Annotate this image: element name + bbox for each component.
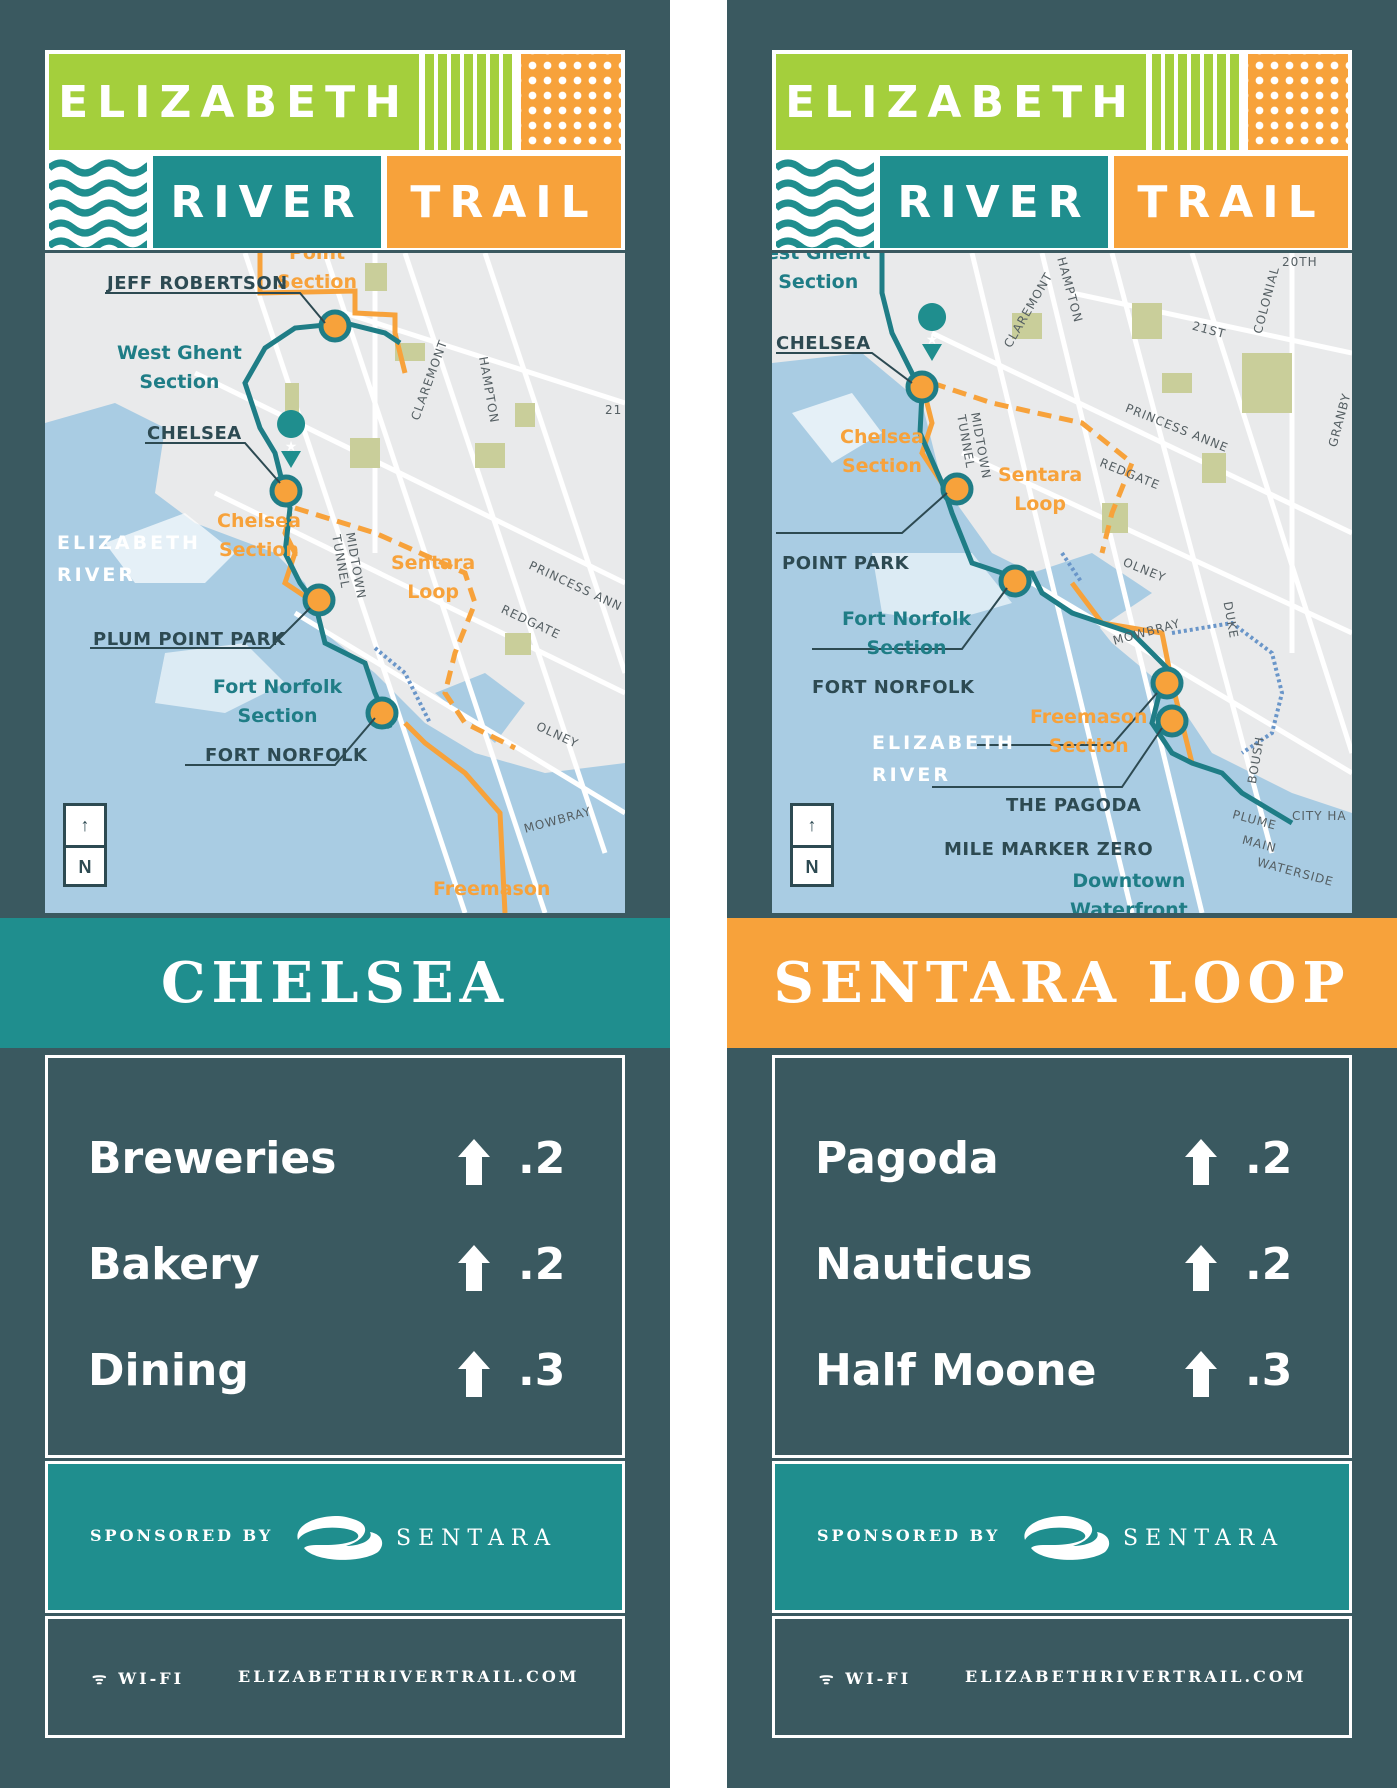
wifi-label: ᯤ WI-FI bbox=[819, 1667, 911, 1689]
up-arrow-icon bbox=[1185, 1139, 1217, 1185]
location-banner: SENTARA LOOP bbox=[727, 918, 1397, 1048]
label-freemason-section: Freemason Section bbox=[1030, 706, 1148, 757]
destination-row: Half Moone .3 bbox=[815, 1345, 1295, 1405]
sentara-logo-icon bbox=[297, 1516, 383, 1560]
destinations-panel: Breweries .2 Bakery .2 Dining .3 bbox=[45, 1055, 625, 1458]
label-point-park: POINT PARK bbox=[782, 553, 910, 574]
destination-name: Half Moone bbox=[815, 1345, 1097, 1396]
svg-text:★: ★ bbox=[285, 439, 298, 455]
label-elizabeth-river: ELIZABETH RIVER bbox=[872, 732, 1016, 786]
destination-row: Pagoda .2 bbox=[815, 1133, 1295, 1193]
destination-name: Nauticus bbox=[815, 1239, 1033, 1290]
logo-river: RIVER bbox=[153, 156, 381, 248]
label-chelsea-section: Chelsea Section bbox=[840, 426, 924, 477]
street-21: 21 bbox=[605, 403, 623, 417]
label-west-ghent-section: West Ghent Section bbox=[117, 342, 242, 393]
destinations-panel: Pagoda .2 Nauticus .2 Half Moone .3 bbox=[772, 1055, 1352, 1458]
logo-waves-icon bbox=[49, 156, 147, 248]
destination-name: Bakery bbox=[88, 1239, 260, 1290]
footer-panel: ᯤ WI-FI ELIZABETHRIVERTRAIL.COM bbox=[772, 1616, 1352, 1738]
label-fort-norfolk-stop: FORT NORFOLK bbox=[812, 677, 975, 698]
svg-text:★: ★ bbox=[926, 332, 939, 348]
wifi-icon: ᯤ bbox=[92, 1669, 119, 1688]
label-freemason: Freemason bbox=[433, 878, 551, 900]
website-url[interactable]: ELIZABETHRIVERTRAIL.COM bbox=[965, 1667, 1306, 1686]
north-compass: ↑ N bbox=[790, 803, 834, 887]
trail-logo: ELIZABETH RIVER TRAIL bbox=[772, 50, 1352, 250]
north-compass: ↑ N bbox=[63, 803, 107, 887]
sponsored-by-label: SPONSORED BY bbox=[90, 1526, 274, 1545]
sponsored-by-label: SPONSORED BY bbox=[817, 1526, 1001, 1545]
destination-distance: .2 bbox=[1245, 1239, 1293, 1290]
label-elizabeth-river: ELIZABETH RIVER bbox=[57, 532, 201, 586]
label-fort-norfolk-section: Fort Norfolk Section bbox=[842, 608, 972, 659]
destination-name: Dining bbox=[88, 1345, 249, 1396]
sentara-brand: SENTARA bbox=[396, 1526, 558, 1551]
sentara-logo-icon bbox=[1024, 1516, 1110, 1560]
up-arrow-icon bbox=[458, 1139, 490, 1185]
street-20th: 20TH bbox=[1282, 255, 1318, 269]
trail-map: ★ Point Section JEFF ROBERTSON West Ghent… bbox=[45, 253, 625, 913]
destination-distance: .2 bbox=[518, 1133, 566, 1184]
destination-distance: .2 bbox=[1245, 1133, 1293, 1184]
destination-name: Pagoda bbox=[815, 1133, 999, 1184]
location-banner: CHELSEA bbox=[0, 918, 670, 1048]
label-sentara-loop: Sentara Loop bbox=[998, 464, 1083, 515]
label-fort-norfolk-section: Fort Norfolk Section bbox=[213, 676, 343, 727]
destination-distance: .2 bbox=[518, 1239, 566, 1290]
destination-name: Breweries bbox=[88, 1133, 337, 1184]
north-label: N bbox=[805, 857, 819, 877]
sign-chelsea: ELIZABETH RIVER TRAIL ★ Point Section JE… bbox=[0, 0, 670, 1788]
wifi-text: WI-FI bbox=[118, 1669, 185, 1688]
up-arrow-icon bbox=[1185, 1351, 1217, 1397]
sponsor-panel: SPONSORED BY SENTARA bbox=[772, 1461, 1352, 1613]
north-arrow-icon: ↑ bbox=[793, 806, 831, 848]
website-url[interactable]: ELIZABETHRIVERTRAIL.COM bbox=[238, 1667, 579, 1686]
logo-stripes bbox=[425, 54, 515, 150]
label-west-ghent-section: est Ghent Section bbox=[772, 253, 871, 293]
street-city-hall: CITY HA bbox=[1292, 809, 1347, 823]
north-arrow-icon: ↑ bbox=[66, 806, 104, 848]
label-jeff-robertson: JEFF ROBERTSON bbox=[107, 273, 288, 294]
logo-dots bbox=[1248, 54, 1348, 150]
sentara-brand: SENTARA bbox=[1123, 1526, 1285, 1551]
up-arrow-icon bbox=[458, 1351, 490, 1397]
destination-row: Dining .3 bbox=[88, 1345, 568, 1405]
label-top-section: Point Section bbox=[277, 253, 358, 293]
sign-sentara-loop: ELIZABETH RIVER TRAIL ★ est Ghent Sectio… bbox=[727, 0, 1397, 1788]
destination-row: Bakery .2 bbox=[88, 1239, 568, 1299]
logo-trail: TRAIL bbox=[387, 156, 621, 248]
trail-logo: ELIZABETH RIVER TRAIL bbox=[45, 50, 625, 250]
label-chelsea-stop: CHELSEA bbox=[776, 333, 871, 354]
up-arrow-icon bbox=[1185, 1245, 1217, 1291]
logo-waves-icon bbox=[776, 156, 874, 248]
north-label: N bbox=[78, 857, 92, 877]
wifi-label: ᯤ WI-FI bbox=[92, 1667, 184, 1689]
sponsor-panel: SPONSORED BY SENTARA bbox=[45, 1461, 625, 1613]
destination-distance: .3 bbox=[518, 1345, 566, 1396]
label-sentara-loop: Sentara Loop bbox=[391, 552, 476, 603]
logo-trail: TRAIL bbox=[1114, 156, 1348, 248]
label-mile-marker-zero: MILE MARKER ZERO bbox=[944, 839, 1154, 860]
label-chelsea-stop: CHELSEA bbox=[147, 423, 242, 444]
logo-dots bbox=[521, 54, 621, 150]
wifi-text: WI-FI bbox=[845, 1669, 912, 1688]
trail-map: ★ est Ghent Section CHELSEA Chelsea Sectio… bbox=[772, 253, 1352, 913]
label-plum-point-park: PLUM POINT PARK bbox=[93, 629, 286, 650]
logo-stripes bbox=[1152, 54, 1242, 150]
destination-distance: .3 bbox=[1245, 1345, 1293, 1396]
label-downtown-waterfront: Downtown Waterfront bbox=[1070, 870, 1188, 913]
destination-row: Nauticus .2 bbox=[815, 1239, 1295, 1299]
label-chelsea-section: Chelsea Section bbox=[217, 510, 301, 561]
logo-elizabeth: ELIZABETH bbox=[776, 54, 1146, 150]
destination-row: Breweries .2 bbox=[88, 1133, 568, 1193]
logo-elizabeth: ELIZABETH bbox=[49, 54, 419, 150]
footer-panel: ᯤ WI-FI ELIZABETHRIVERTRAIL.COM bbox=[45, 1616, 625, 1738]
wifi-icon: ᯤ bbox=[819, 1669, 846, 1688]
label-fort-norfolk-stop: FORT NORFOLK bbox=[205, 745, 368, 766]
up-arrow-icon bbox=[458, 1245, 490, 1291]
label-the-pagoda: THE PAGODA bbox=[1006, 795, 1142, 816]
logo-river: RIVER bbox=[880, 156, 1108, 248]
